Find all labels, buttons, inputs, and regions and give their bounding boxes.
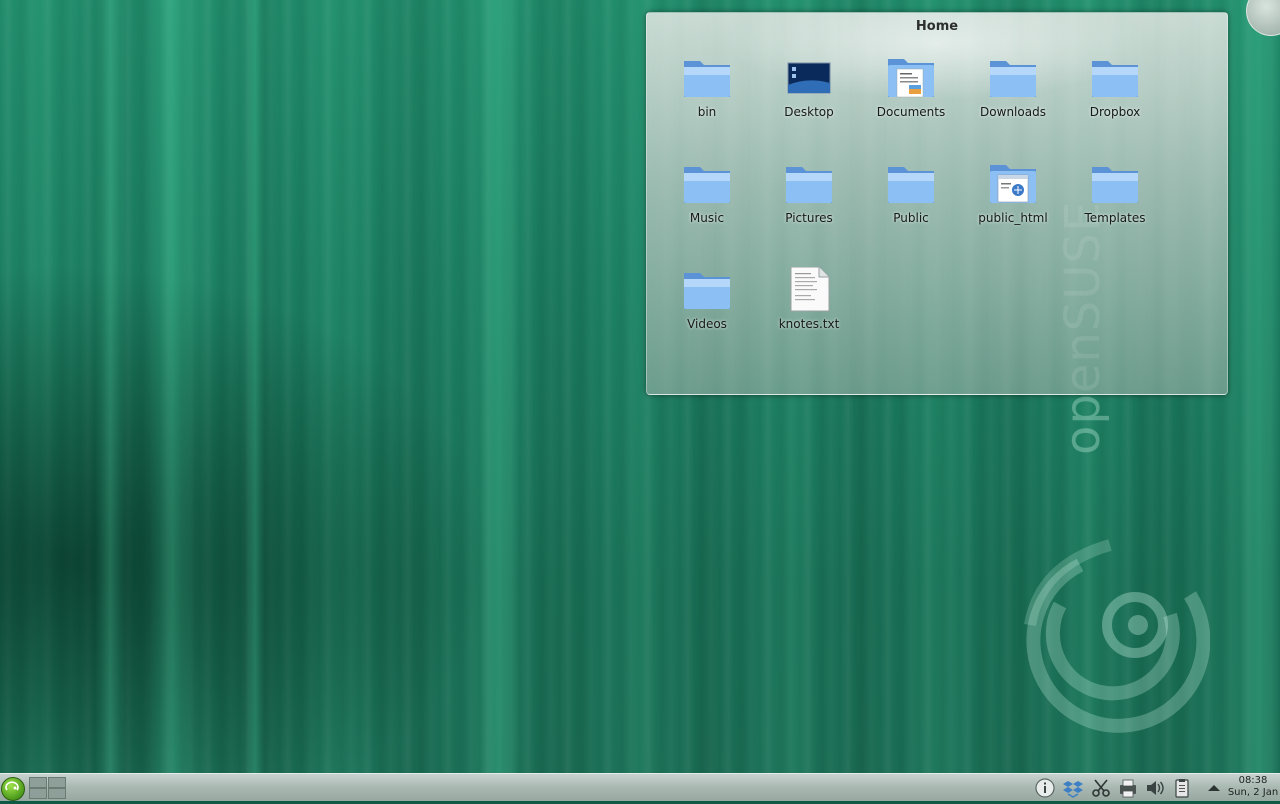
folder-icon xyxy=(1092,61,1138,97)
digital-clock[interactable]: 08:38 Sun, 2 Jan xyxy=(1226,775,1280,799)
opensuse-launcher-icon xyxy=(5,781,19,791)
clock-date: Sun, 2 Jan xyxy=(1227,787,1279,798)
folder-icon xyxy=(786,167,832,203)
opensuse-chameleon-logo xyxy=(1024,539,1210,733)
wallpaper-streak xyxy=(150,0,195,773)
folder-item-dropbox[interactable]: Dropbox xyxy=(1067,55,1163,135)
folder-item-documents[interactable]: Documents xyxy=(863,55,959,135)
file-item-knotes-txt[interactable]: knotes.txt xyxy=(761,267,857,347)
folder-icon xyxy=(684,167,730,203)
folder-item-public-html[interactable]: public_html xyxy=(965,161,1061,241)
virtual-desktop-pager[interactable] xyxy=(29,777,67,799)
folder-item-music[interactable]: Music xyxy=(659,161,755,241)
wallpaper-streak xyxy=(1240,0,1280,773)
clock-time: 08:38 xyxy=(1238,775,1268,786)
wallpaper-streak xyxy=(480,0,520,773)
folder-view-widget: Home bin Desktop Documents Downloads Dro… xyxy=(646,12,1228,395)
folder-icon xyxy=(990,61,1036,97)
folder-item-public[interactable]: Public xyxy=(863,161,959,241)
folder-item-bin[interactable]: bin xyxy=(659,55,755,135)
application-launcher-button[interactable] xyxy=(1,777,25,801)
expand-tray-arrow-icon[interactable] xyxy=(1203,778,1225,798)
printer-icon[interactable] xyxy=(1117,778,1139,798)
folder-icon xyxy=(888,167,934,203)
folder-icon xyxy=(1092,167,1138,203)
pager-desktop-2[interactable] xyxy=(48,777,66,788)
wallpaper-streak xyxy=(95,0,125,773)
folder-item-videos[interactable]: Videos xyxy=(659,267,755,347)
folder-item-downloads[interactable]: Downloads xyxy=(965,55,1061,135)
pager-desktop-3[interactable] xyxy=(29,788,47,799)
desktop-folder-icon xyxy=(787,62,831,94)
pager-desktop-4[interactable] xyxy=(48,788,66,799)
folder-icon xyxy=(684,273,730,309)
html-folder-icon xyxy=(990,165,1036,203)
folder-item-pictures[interactable]: Pictures xyxy=(761,161,857,241)
documents-folder-icon xyxy=(888,59,934,98)
folder-item-templates[interactable]: Templates xyxy=(1067,161,1163,241)
folder-view-grid: bin Desktop Documents Downloads Dropbox … xyxy=(647,13,1227,394)
bottom-panel: 08:38 Sun, 2 Jan xyxy=(0,773,1280,801)
klipper-scissors-icon[interactable] xyxy=(1090,778,1112,798)
text-file-icon xyxy=(790,267,830,312)
info-icon[interactable] xyxy=(1034,778,1056,798)
wallpaper-streak xyxy=(245,0,265,773)
dropbox-icon[interactable] xyxy=(1062,778,1084,798)
clipboard-icon[interactable] xyxy=(1171,778,1193,798)
volume-icon[interactable] xyxy=(1144,778,1166,798)
folder-item-desktop[interactable]: Desktop xyxy=(761,55,857,135)
pager-desktop-1[interactable] xyxy=(29,777,47,788)
folder-icon xyxy=(684,61,730,97)
